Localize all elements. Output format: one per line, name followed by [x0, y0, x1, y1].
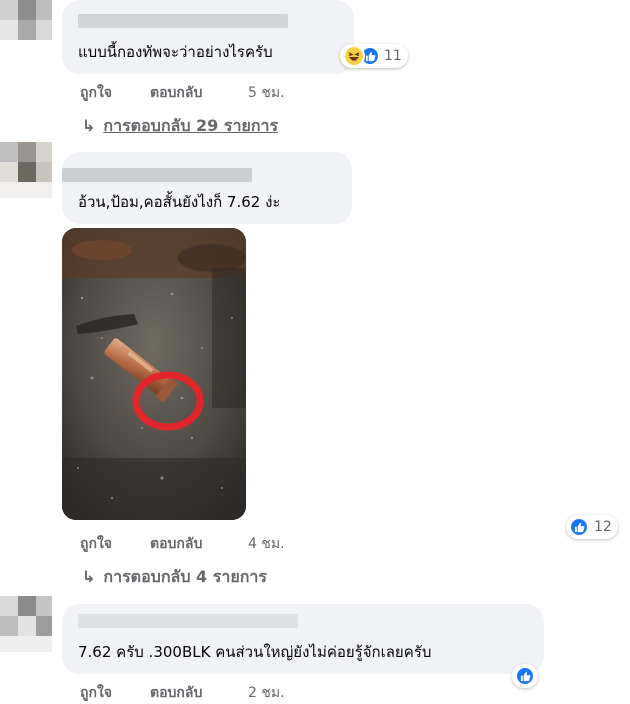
comment-actions: ถูกใจ ตอบกลับ 5 ชม.: [80, 82, 340, 102]
reaction-summary[interactable]: [512, 664, 538, 688]
haha-icon: [343, 45, 365, 67]
avatar[interactable]: [0, 0, 52, 56]
avatar[interactable]: [0, 142, 52, 198]
comment-timestamp[interactable]: 2 ชม.: [248, 682, 285, 704]
comment-timestamp[interactable]: 5 ชม.: [248, 82, 285, 104]
reaction-count: 11: [384, 48, 402, 64]
commenter-name[interactable]: [78, 614, 298, 628]
like-button[interactable]: ถูกใจ: [80, 682, 112, 704]
comment-text: แบบนี้กองทัพจะว่าอย่างไรครับ: [78, 43, 273, 61]
reply-button[interactable]: ตอบกลับ: [150, 682, 202, 704]
comment-text: อ้วน,ป้อม,คอสั้นยังไงก็ 7.62 ง่ะ: [78, 193, 281, 211]
comment-bubble: แบบนี้กองทัพจะว่าอย่างไรครับ: [62, 0, 354, 74]
comment-actions: ถูกใจ ตอบกลับ 4 ชม.: [80, 533, 340, 553]
view-replies-link[interactable]: ↳ การตอบกลับ 29 รายการ: [82, 114, 278, 139]
reaction-summary[interactable]: 12: [566, 515, 618, 539]
like-button[interactable]: ถูกใจ: [80, 533, 112, 555]
comment-actions: ถูกใจ ตอบกลับ 2 ชม.: [80, 682, 340, 702]
attached-photo[interactable]: [62, 228, 246, 520]
view-replies-link[interactable]: ↳ การตอบกลับ 4 รายการ: [82, 565, 267, 590]
comment-bubble: อ้วน,ป้อม,คอสั้นยังไงก็ 7.62 ง่ะ: [62, 152, 352, 224]
bullet-casing-photo: [62, 228, 246, 520]
comment-bubble: 7.62 ครับ .300BLK คนส่วนใหญ่ยังไม่ค่อยรู…: [62, 604, 544, 674]
avatar[interactable]: [0, 596, 52, 652]
reaction-summary[interactable]: 11: [340, 44, 408, 68]
commenter-name[interactable]: [62, 168, 252, 182]
replies-count-text: การตอบกลับ 29 รายการ: [103, 116, 279, 135]
comment-timestamp[interactable]: 4 ชม.: [248, 533, 285, 555]
reply-arrow-icon: ↳: [82, 116, 96, 135]
replies-count-text: การตอบกลับ 4 รายการ: [103, 567, 267, 586]
reply-button[interactable]: ตอบกลับ: [150, 533, 202, 555]
reply-button[interactable]: ตอบกลับ: [150, 82, 202, 104]
like-icon: [515, 666, 535, 686]
reply-arrow-icon: ↳: [82, 567, 96, 586]
comment-text: 7.62 ครับ .300BLK คนส่วนใหญ่ยังไม่ค่อยรู…: [78, 643, 432, 661]
like-button[interactable]: ถูกใจ: [80, 82, 112, 104]
commenter-name[interactable]: [78, 14, 288, 28]
like-icon: [569, 517, 589, 537]
reaction-count: 12: [594, 519, 612, 535]
